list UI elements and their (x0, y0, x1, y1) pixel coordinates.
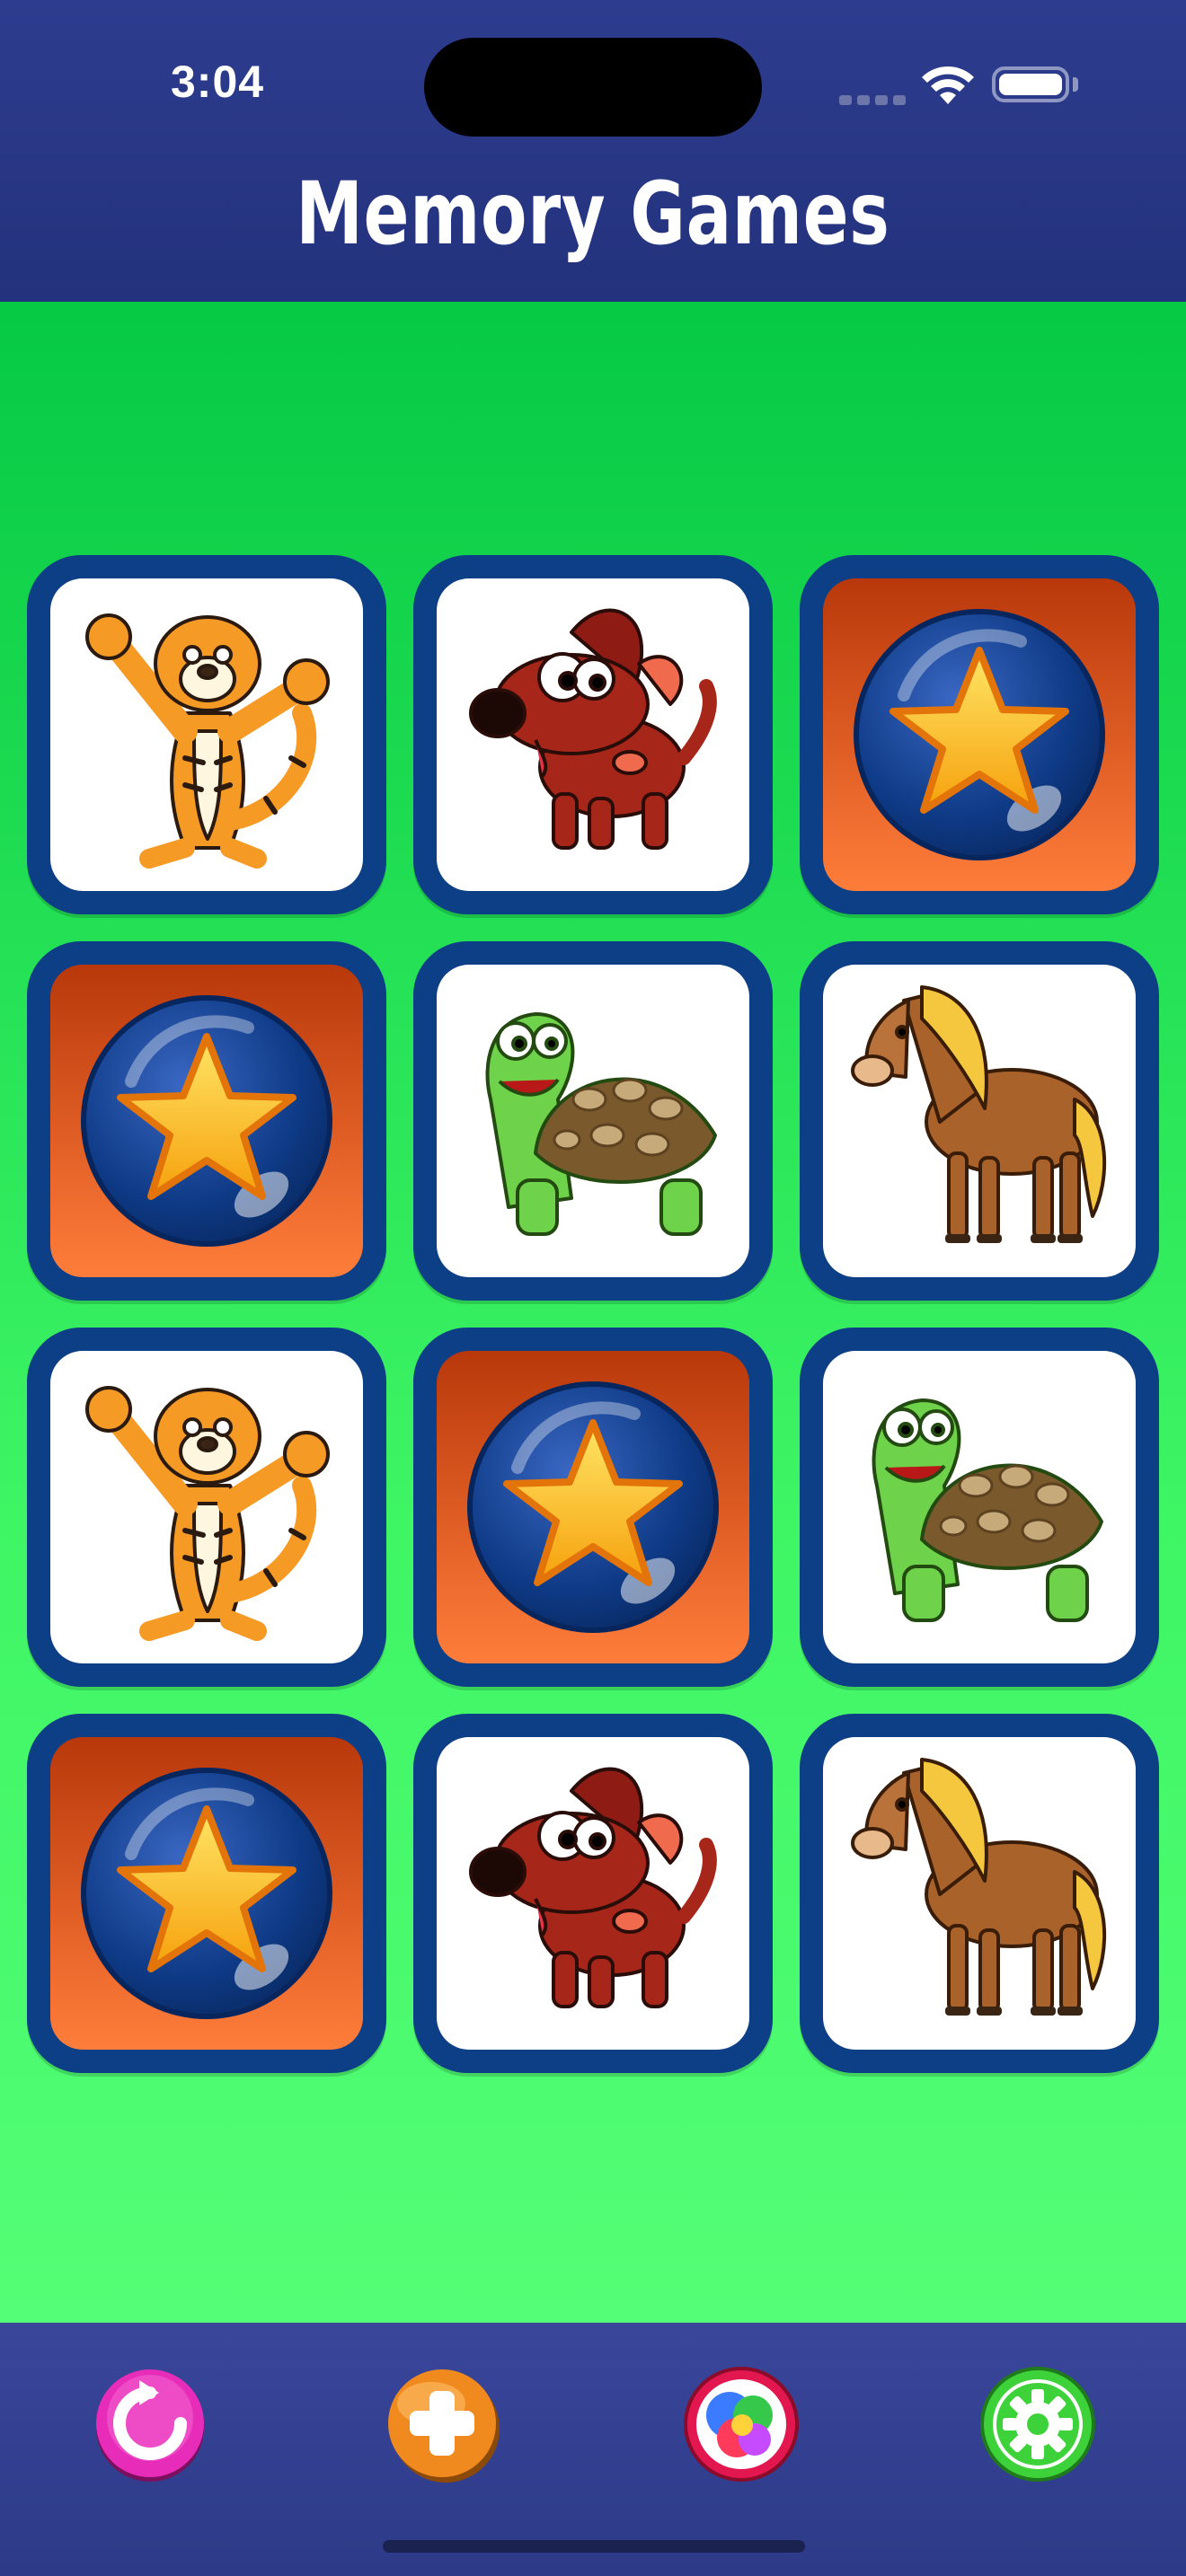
card-turtle[interactable] (800, 1328, 1159, 1687)
tiger-icon (50, 578, 363, 891)
page-title: Memory Games (296, 163, 890, 264)
star-icon (50, 965, 363, 1277)
card-back[interactable] (800, 555, 1159, 914)
horse-icon (823, 1737, 1136, 2050)
card-dog[interactable] (413, 1714, 773, 2073)
turtle-icon (437, 965, 749, 1277)
plus-icon (388, 2369, 500, 2483)
header: 3:04 Memory Games (0, 0, 1186, 302)
card-back[interactable] (27, 941, 386, 1301)
battery-cap (1073, 77, 1078, 92)
settings-button[interactable] (979, 2366, 1096, 2483)
dynamic-island (424, 38, 762, 137)
card-back[interactable] (413, 1328, 773, 1687)
battery-icon (992, 66, 1069, 102)
add-button[interactable] (385, 2366, 501, 2483)
status-time: 3:04 (171, 57, 265, 107)
restart-icon (96, 2369, 204, 2482)
card-turtle[interactable] (413, 941, 773, 1301)
tiger-icon (50, 1351, 363, 1663)
home-indicator (383, 2540, 805, 2553)
gear-icon (980, 2367, 1095, 2482)
star-icon (823, 578, 1136, 891)
wifi-icon (918, 63, 978, 112)
card-tiger[interactable] (27, 555, 386, 914)
restart-button[interactable] (92, 2366, 208, 2483)
card-tiger[interactable] (27, 1328, 386, 1687)
dog-icon (437, 578, 749, 891)
card-back[interactable] (27, 1714, 386, 2073)
star-icon (437, 1351, 749, 1663)
horse-icon (823, 965, 1136, 1277)
card-horse[interactable] (800, 1714, 1159, 2073)
color-balls-icon (684, 2367, 799, 2482)
turtle-icon (823, 1351, 1136, 1663)
cellular-signal-icon (839, 93, 911, 110)
theme-button[interactable] (683, 2366, 800, 2483)
dog-icon (437, 1737, 749, 2050)
star-icon (50, 1737, 363, 2050)
card-dog[interactable] (413, 555, 773, 914)
card-horse[interactable] (800, 941, 1159, 1301)
